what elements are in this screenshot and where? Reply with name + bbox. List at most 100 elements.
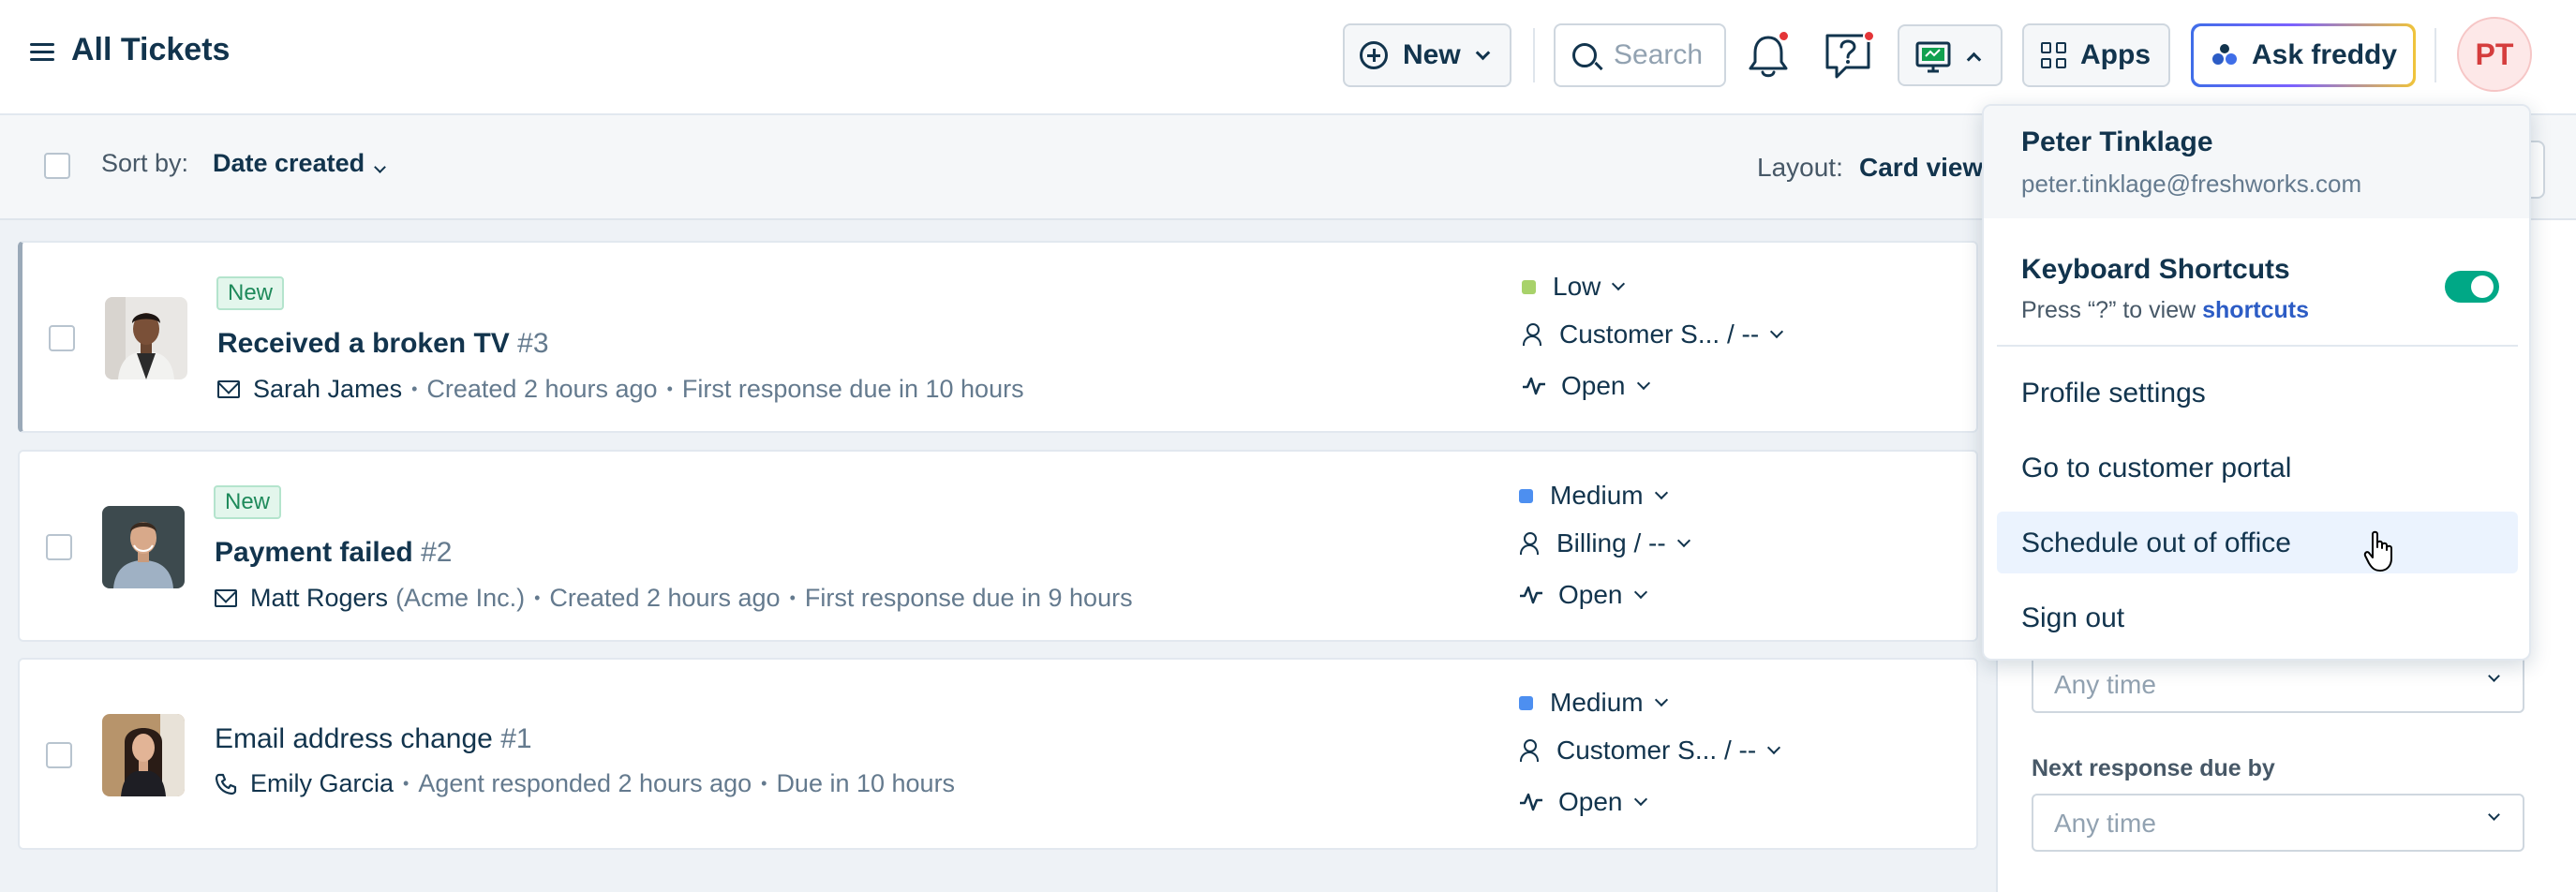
activity-icon (1523, 377, 1545, 395)
freddy-ai-icon (2212, 44, 2237, 65)
ticket-title[interactable]: Email address change #1 (215, 723, 532, 755)
ticket-checkbox[interactable] (46, 534, 72, 560)
ticket-subject: Received a broken TV (217, 328, 510, 359)
priority-medium-icon (1519, 695, 1533, 710)
header-divider (1533, 28, 1535, 82)
phone-icon (215, 773, 237, 795)
meta-separator: • (534, 588, 541, 607)
status-dropdown[interactable]: Open (1519, 787, 1647, 817)
meta-separator: • (411, 379, 418, 398)
shortcuts-link[interactable]: shortcuts (2202, 297, 2309, 323)
requester-company: (Acme Inc.) (395, 584, 526, 612)
group-agent-dropdown[interactable]: Billing / -- (1519, 528, 1690, 558)
requester-avatar (102, 506, 185, 588)
ticket-number: #2 (421, 537, 453, 568)
select-all-checkbox[interactable] (44, 153, 70, 179)
search-input[interactable] (1614, 39, 1717, 71)
ticket-subject: Email address change (215, 723, 493, 754)
ask-freddy-button[interactable]: Ask freddy (2191, 23, 2416, 87)
group-agent-dropdown[interactable]: Customer S... / -- (1519, 736, 1781, 766)
menu-item-profile-settings[interactable]: Profile settings (1997, 362, 2518, 424)
menu-item-schedule-out-of-office[interactable]: Schedule out of office (1997, 512, 2518, 573)
ticket-checkbox[interactable] (46, 742, 72, 768)
chevron-down-icon (1767, 740, 1781, 755)
person-icon (1519, 531, 1540, 556)
priority-dropdown[interactable]: Medium (1519, 481, 1668, 511)
profile-email: peter.tinklage@freshworks.com (2021, 170, 2362, 198)
envelope-icon (217, 380, 240, 398)
ticket-card[interactable]: Email address change #1 Emily Garcia • A… (18, 658, 1978, 850)
ticket-card[interactable]: New Received a broken TV #3 Sarah James … (18, 241, 1978, 433)
menu-divider (1997, 345, 2518, 347)
due-info: First response due in 10 hours (681, 375, 1024, 403)
chevron-down-icon (374, 161, 386, 173)
filter-select-value: Any time (2054, 670, 2156, 699)
meta-separator: • (403, 774, 409, 793)
ticket-checkbox[interactable] (49, 325, 75, 351)
chevron-down-icon (2488, 670, 2500, 682)
page-title: All Tickets (71, 32, 231, 67)
help-button[interactable] (1818, 24, 1878, 86)
monitor-icon (1915, 41, 1951, 73)
created-time: Created 2 hours ago (549, 584, 781, 612)
sort-by-label: Sort by: (101, 149, 189, 177)
ticket-number: #3 (517, 328, 549, 359)
hamburger-menu-icon[interactable] (30, 43, 54, 62)
group-value: Customer S... / -- (1559, 320, 1760, 349)
requester-name[interactable]: Matt Rogers (250, 584, 388, 613)
priority-value: Medium (1550, 481, 1644, 510)
menu-item-customer-portal[interactable]: Go to customer portal (1997, 437, 2518, 498)
layout-dropdown[interactable]: Card view (1859, 153, 1983, 183)
new-badge: New (214, 485, 282, 519)
notification-dot (1778, 30, 1790, 42)
status-value: Open (1561, 371, 1626, 400)
requester-avatar (105, 297, 187, 379)
requester-name[interactable]: Emily Garcia (250, 769, 394, 798)
status-value: Open (1558, 787, 1623, 816)
priority-dropdown[interactable]: Medium (1519, 688, 1668, 718)
requester-name[interactable]: Sarah James (253, 375, 402, 404)
filter-select[interactable]: Any time (2032, 655, 2524, 713)
user-avatar[interactable]: PT (2457, 17, 2532, 92)
search-box[interactable] (1554, 23, 1726, 87)
chevron-down-icon (1612, 276, 1626, 291)
profile-dropdown-menu: Peter Tinklage peter.tinklage@freshworks… (1982, 104, 2531, 661)
status-value: Open (1558, 580, 1623, 609)
ticket-title[interactable]: Received a broken TV #3 (217, 328, 549, 360)
new-button-label: New (1403, 39, 1461, 70)
meta-separator: • (789, 588, 796, 607)
next-response-select[interactable]: Any time (2032, 794, 2524, 852)
created-time: Created 2 hours ago (426, 375, 658, 403)
requester-avatar (102, 714, 185, 796)
menu-item-sign-out[interactable]: Sign out (1997, 587, 2518, 648)
notifications-button[interactable] (1738, 24, 1798, 86)
group-agent-dropdown[interactable]: Customer S... / -- (1522, 320, 1784, 349)
keyboard-shortcuts-toggle[interactable] (2445, 271, 2499, 303)
new-button[interactable]: New (1343, 23, 1511, 87)
priority-dropdown[interactable]: Low (1522, 272, 1626, 302)
ticket-title[interactable]: Payment failed #2 (215, 537, 452, 569)
chevron-down-icon (1654, 485, 1668, 500)
status-availability-button[interactable] (1898, 24, 2003, 86)
keyboard-shortcuts-hint: Press “?” to view shortcuts (2021, 297, 2309, 324)
status-dropdown[interactable]: Open (1519, 580, 1647, 610)
chevron-down-icon (1475, 45, 1490, 60)
due-info: Due in 10 hours (776, 769, 956, 797)
status-dropdown[interactable]: Open (1522, 371, 1650, 401)
apps-button[interactable]: Apps (2022, 23, 2170, 87)
chevron-down-icon (2488, 809, 2500, 821)
shortcuts-hint-text: Press “?” to view (2021, 297, 2196, 323)
meta-separator: • (761, 774, 767, 793)
priority-value: Low (1553, 272, 1601, 301)
chevron-down-icon (1633, 585, 1647, 600)
envelope-icon (215, 589, 237, 607)
apps-button-label: Apps (2080, 39, 2151, 70)
ticket-card[interactable]: New Payment failed #2 Matt Rogers (Acme … (18, 450, 1978, 642)
chevron-down-icon (1654, 692, 1668, 707)
next-response-label: Next response due by (2032, 755, 2275, 781)
sort-by-dropdown[interactable]: Date created (213, 149, 386, 178)
meta-separator: • (666, 379, 673, 398)
ticket-meta: Matt Rogers (Acme Inc.) • Created 2 hour… (215, 584, 1133, 613)
due-info: First response due in 9 hours (804, 584, 1133, 612)
ticket-meta: Sarah James • Created 2 hours ago • Firs… (217, 375, 1024, 404)
